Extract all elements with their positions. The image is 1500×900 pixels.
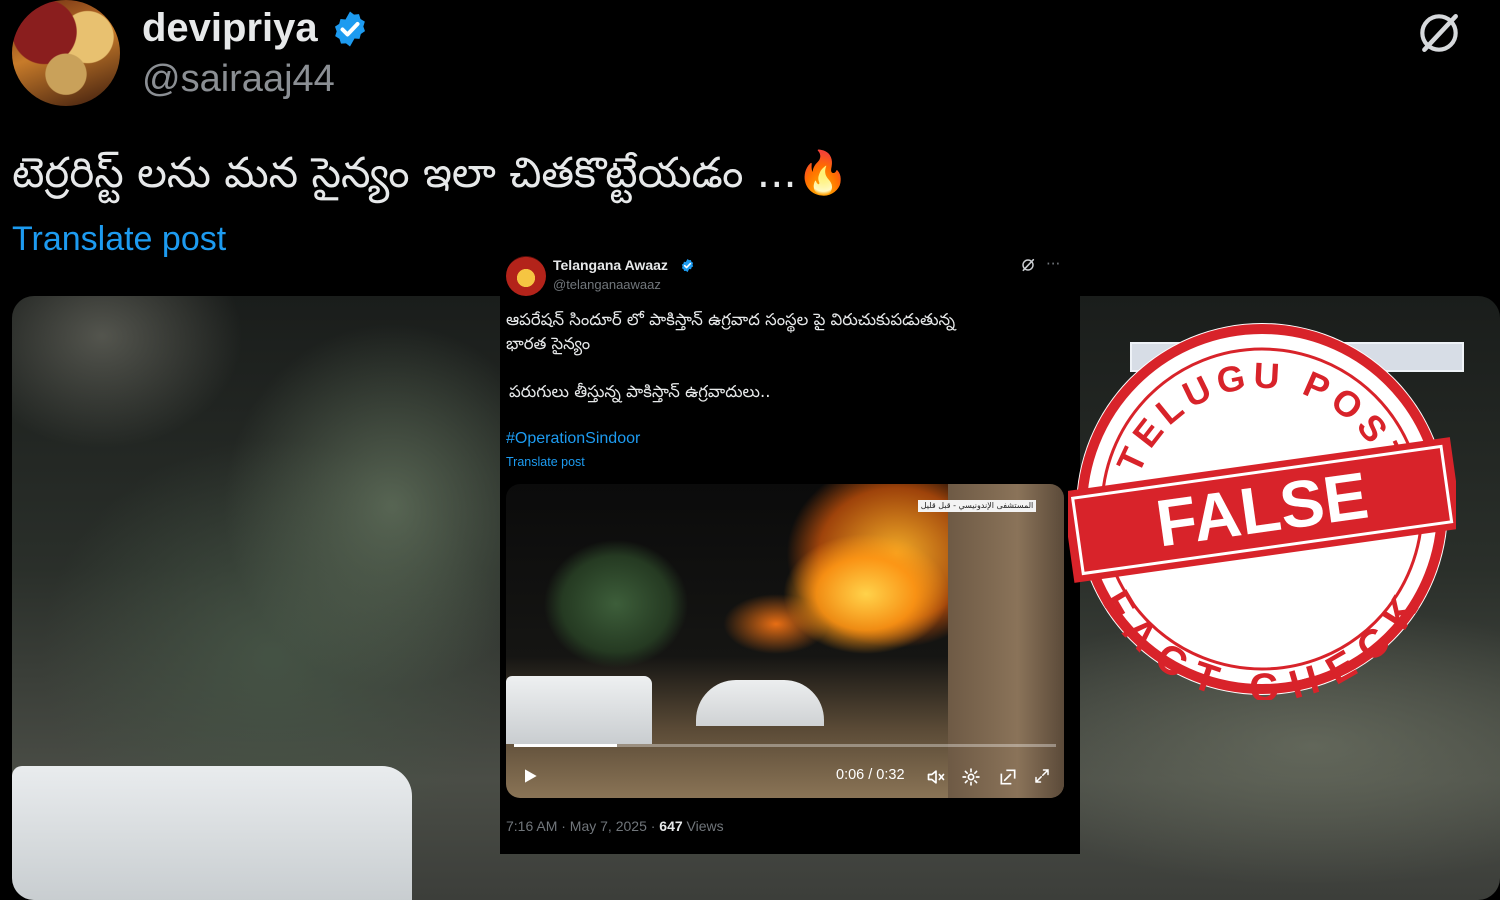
outer-display-name[interactable]: devipriya [142, 6, 318, 51]
video-time-display: 0:06 / 0:32 [836, 767, 905, 783]
video-channel-label: المستشفى الإندونيسي - قبل قليل [918, 500, 1036, 512]
mute-icon[interactable] [926, 767, 946, 787]
tweet-meta: 7:16 AM · May 7, 2025 · 647 Views [506, 818, 724, 834]
false-fact-check-stamp: TELUGU POST FACT CHECK FALSE [1068, 323, 1456, 700]
video-scene-wall [948, 484, 1064, 798]
pip-icon[interactable] [998, 767, 1018, 787]
inner-translate-link[interactable]: Translate post [506, 455, 585, 469]
inner-avatar[interactable] [506, 256, 546, 296]
tweet-timestamp[interactable]: 7:16 AM · May 7, 2025 · [506, 818, 659, 834]
verified-badge-icon [681, 258, 694, 273]
hashtag-link[interactable]: #OperationSindoor [506, 430, 640, 448]
outer-tweet-text: టెర్రరిస్ట్ లను మన సైన్యం ఇలా చితకొట్టేయ… [12, 148, 850, 197]
grok-icon[interactable] [1020, 257, 1036, 273]
video-scene-tent [696, 680, 824, 726]
video-scene-tent [506, 676, 652, 744]
video-progress-fill [514, 744, 617, 747]
outer-video-tent [12, 766, 412, 900]
grok-icon[interactable] [1414, 8, 1464, 58]
views-label: Views [682, 818, 724, 834]
inner-display-name[interactable]: Telangana Awaaz [553, 257, 668, 273]
outer-avatar[interactable] [12, 0, 120, 106]
video-progress-bar[interactable] [514, 744, 1056, 747]
outer-translate-link[interactable]: Translate post [12, 220, 226, 259]
settings-icon[interactable] [961, 767, 981, 787]
play-icon[interactable] [520, 766, 540, 786]
inner-tweet-text-line: భారత సైన్యం [506, 334, 591, 353]
inner-tweet-text-line: పరుగులు తీస్తున్న పాకిస్తాన్ ఉగ్రవాదులు.… [509, 382, 771, 401]
inner-tweet-text-line: ఆపరేషన్ సిందూర్ లో పాకిస్తాన్ ఉగ్రవాద సం… [506, 310, 956, 329]
inner-video-player[interactable]: المستشفى الإندونيسي - قبل قليل 0:06 / 0:… [506, 484, 1064, 798]
inner-handle[interactable]: @telanganaawaaz [553, 277, 661, 292]
views-count: 647 [659, 818, 683, 834]
embedded-tweet: Telangana Awaaz @telanganaawaaz ··· ఆపరే… [500, 242, 1080, 854]
more-options-icon[interactable]: ··· [1046, 255, 1060, 273]
outer-handle[interactable]: @sairaaj44 [142, 58, 335, 101]
fullscreen-icon[interactable] [1033, 767, 1051, 785]
verified-badge-icon [335, 11, 365, 47]
